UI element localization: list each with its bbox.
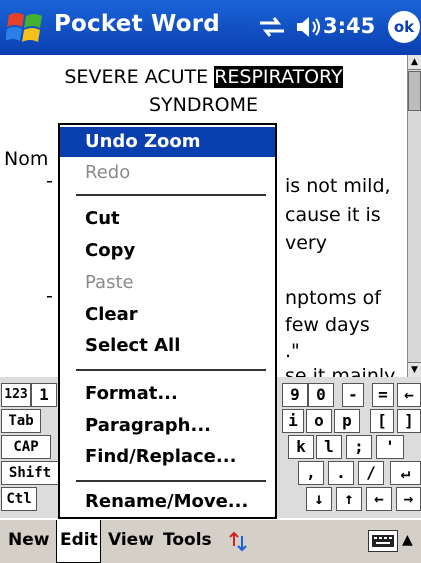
text-fragment: se it mainly: [285, 365, 396, 377]
menu-separator: [76, 369, 266, 371]
key-slash[interactable]: /: [358, 461, 384, 485]
key-quote[interactable]: ': [376, 435, 404, 459]
key-semicolon[interactable]: ;: [346, 435, 372, 459]
menu-item-clear[interactable]: Clear: [60, 300, 275, 330]
bullet-dash: -: [46, 285, 53, 307]
menu-item-format[interactable]: Format...: [60, 379, 275, 409]
menu-item-redo: Redo: [85, 162, 131, 183]
key-period[interactable]: .: [328, 461, 354, 485]
key-enter[interactable]: ↵: [390, 461, 421, 485]
menu-item-rename-move[interactable]: Rename/Move...: [60, 487, 275, 517]
text-fragment: Nom: [4, 148, 49, 170]
menu-edit[interactable]: Edit: [56, 520, 101, 563]
menu-separator: [76, 194, 266, 196]
menu-item-copy[interactable]: Copy: [60, 236, 275, 266]
key-up[interactable]: ↑: [336, 487, 362, 511]
key-i[interactable]: i: [282, 409, 304, 433]
menu-item-paragraph[interactable]: Paragraph...: [60, 411, 275, 441]
keyboard-icon[interactable]: [368, 530, 398, 552]
text-fragment: very: [285, 232, 327, 254]
key-tab[interactable]: Tab: [1, 409, 41, 433]
key-caps[interactable]: CAP: [1, 435, 51, 459]
menu-new[interactable]: New: [8, 530, 49, 550]
speaker-icon[interactable]: [294, 13, 322, 41]
keyboard-glyph-icon: [372, 535, 394, 547]
sync-arrows-icon[interactable]: [258, 15, 286, 39]
bullet-dash: -: [46, 170, 53, 192]
menu-edit-label: Edit: [60, 530, 98, 550]
scroll-up-arrow-icon[interactable]: ▲: [408, 55, 421, 70]
key-l[interactable]: l: [316, 435, 342, 459]
menu-view[interactable]: View: [108, 530, 154, 550]
input-selector-arrow-icon[interactable]: ▲: [402, 532, 413, 548]
key-right-bracket[interactable]: ]: [397, 409, 421, 433]
text-fragment: nptoms of: [285, 287, 381, 309]
windows-flag-icon[interactable]: [6, 9, 46, 47]
key-shift[interactable]: Shift: [1, 461, 59, 485]
key-minus[interactable]: -: [342, 383, 364, 407]
text-fragment: cause it is: [285, 204, 381, 226]
up-down-arrows-icon[interactable]: [228, 530, 250, 554]
scroll-thumb[interactable]: [408, 71, 421, 111]
text-fragment: .": [285, 340, 300, 362]
menu-item-paste: Paste: [85, 272, 134, 293]
app-title: Pocket Word: [54, 11, 220, 37]
menu-separator: [76, 480, 266, 482]
edit-popup-menu: Undo Zoom Redo Cut Copy Paste Clear Sele…: [58, 123, 277, 519]
title-text-line2: SYNDROME: [148, 94, 259, 116]
clock[interactable]: 3:45: [323, 14, 375, 38]
ok-button[interactable]: ok: [388, 11, 420, 43]
title-bar: Pocket Word 3:45 ok: [0, 0, 421, 55]
text-fragment: is not mild,: [285, 175, 391, 197]
scroll-down-arrow-icon[interactable]: ▼: [408, 362, 421, 377]
menu-item-undo-zoom[interactable]: Undo Zoom: [60, 127, 275, 157]
key-right[interactable]: →: [396, 487, 421, 511]
key-comma[interactable]: ,: [298, 461, 324, 485]
menu-item-cut[interactable]: Cut: [60, 204, 275, 234]
key-k[interactable]: k: [288, 435, 314, 459]
vertical-scrollbar[interactable]: ▲ ▼: [407, 55, 421, 377]
key-p[interactable]: p: [334, 409, 360, 433]
key-0[interactable]: 0: [308, 383, 334, 407]
key-ctrl[interactable]: Ctl: [1, 487, 37, 511]
key-equals[interactable]: =: [372, 383, 394, 407]
key-left-bracket[interactable]: [: [370, 409, 394, 433]
key-down[interactable]: ↓: [306, 487, 332, 511]
key-123[interactable]: 123: [1, 383, 31, 407]
key-1[interactable]: 1: [31, 383, 57, 407]
menu-bar: New Edit View Tools ▲: [0, 518, 421, 563]
key-o[interactable]: o: [306, 409, 332, 433]
title-text-normal: SEVERE ACUTE: [64, 66, 215, 88]
menu-item-select-all[interactable]: Select All: [60, 331, 275, 361]
key-backspace[interactable]: ←: [397, 383, 421, 407]
key-left[interactable]: ←: [366, 487, 392, 511]
menu-item-find-replace[interactable]: Find/Replace...: [60, 442, 275, 472]
key-9[interactable]: 9: [282, 383, 308, 407]
text-fragment: few days: [285, 314, 370, 336]
menu-tools[interactable]: Tools: [163, 530, 212, 550]
document-title: SEVERE ACUTE RESPIRATORY SYNDROME: [0, 63, 407, 119]
title-text-selected: RESPIRATORY: [214, 66, 343, 88]
